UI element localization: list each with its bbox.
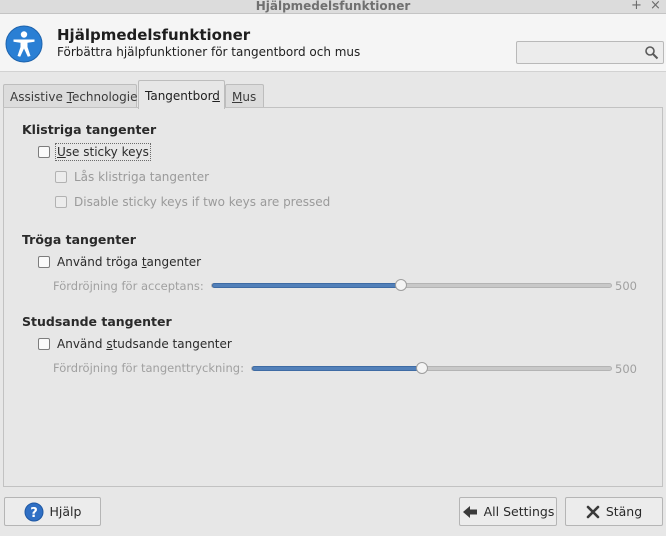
close-button-label: Stäng: [605, 504, 643, 519]
use-sticky-keys-checkbox[interactable]: [38, 146, 50, 158]
window-titlebar: Hjälpmedelsfunktioner + ×: [0, 0, 666, 14]
disable-two-keys-row: Disable sticky keys if two keys are pres…: [55, 195, 330, 209]
slow-keys-delay-slider[interactable]: [211, 279, 612, 291]
lock-sticky-keys-label: Lås klistriga tangenter: [74, 170, 210, 184]
slow-keys-delay-value: 500: [615, 279, 637, 293]
use-bounce-keys-label: Använd studsande tangenter: [57, 337, 232, 351]
lock-sticky-keys-row: Lås klistriga tangenter: [55, 170, 209, 184]
slow-keys-heading: Tröga tangenter: [22, 232, 136, 247]
all-settings-button-label: All Settings: [483, 504, 555, 519]
svg-text:?: ?: [30, 506, 38, 521]
accessibility-icon: [5, 25, 43, 63]
search-field[interactable]: [516, 41, 664, 64]
tab-tangentbord[interactable]: Tangentbord: [138, 80, 225, 109]
keyboard-tab-panel: [3, 107, 663, 487]
dialog-title: Hjälpmedelsfunktioner: [57, 26, 251, 44]
bounce-keys-slider-fill: [252, 366, 422, 371]
bounce-keys-delay-slider[interactable]: [251, 362, 612, 374]
window-title: Hjälpmedelsfunktioner: [255, 0, 411, 13]
bounce-keys-delay-value: 500: [615, 362, 637, 376]
slow-keys-slider-fill: [212, 283, 401, 288]
slow-keys-slider-handle[interactable]: [394, 279, 407, 291]
bounce-keys-slider-handle[interactable]: [415, 362, 428, 374]
search-icon[interactable]: [644, 45, 659, 60]
help-icon: ?: [24, 502, 44, 522]
pin-icon[interactable]: +: [631, 0, 642, 13]
lock-sticky-keys-checkbox: [55, 171, 67, 183]
disable-two-keys-checkbox: [55, 196, 67, 208]
arrow-left-icon: [462, 505, 478, 519]
close-window-icon[interactable]: ×: [650, 0, 661, 13]
bounce-keys-delay-label: Fördröjning för tangenttryckning:: [53, 361, 244, 375]
tab-mus[interactable]: Mus: [225, 84, 264, 108]
all-settings-button[interactable]: All Settings: [459, 497, 557, 526]
help-button[interactable]: ? Hjälp: [4, 497, 101, 526]
close-button[interactable]: Stäng: [565, 497, 663, 526]
help-button-label: Hjälp: [49, 504, 82, 519]
dialog-header: Hjälpmedelsfunktioner Förbättra hjälpfun…: [0, 14, 666, 72]
use-slow-keys-label: Använd tröga tangenter: [57, 255, 202, 269]
tab-assistive-technologies[interactable]: Assistive Technologies: [3, 84, 144, 108]
search-input[interactable]: [521, 44, 639, 61]
use-bounce-keys-row[interactable]: Använd studsande tangenter: [38, 337, 232, 351]
use-sticky-keys-label: Use sticky keys: [55, 143, 151, 161]
use-sticky-keys-row[interactable]: Use sticky keys: [38, 143, 151, 161]
sticky-keys-heading: Klistriga tangenter: [22, 122, 157, 137]
bounce-keys-heading: Studsande tangenter: [22, 314, 172, 329]
use-slow-keys-row[interactable]: Använd tröga tangenter: [38, 255, 201, 269]
close-icon: [586, 505, 600, 519]
use-bounce-keys-checkbox[interactable]: [38, 338, 50, 350]
slow-keys-delay-label: Fördröjning för acceptans:: [53, 279, 204, 293]
disable-two-keys-label: Disable sticky keys if two keys are pres…: [74, 195, 331, 209]
use-slow-keys-checkbox[interactable]: [38, 256, 50, 268]
dialog-subtitle: Förbättra hjälpfunktioner för tangentbor…: [57, 45, 361, 59]
